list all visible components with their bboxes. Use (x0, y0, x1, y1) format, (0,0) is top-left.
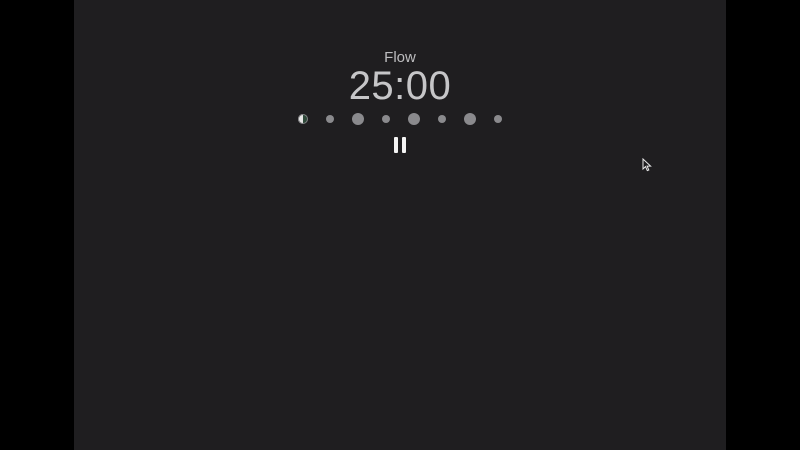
session-dot (352, 113, 364, 125)
timer-window: Flow 25:00 (74, 0, 726, 450)
session-dot (464, 113, 476, 125)
break-dot (494, 115, 502, 123)
timer-block: Flow 25:00 (74, 48, 726, 157)
session-dot (408, 113, 420, 125)
session-dots (289, 112, 511, 126)
break-dot (326, 115, 334, 123)
break-dot (438, 115, 446, 123)
break-dot (382, 115, 390, 123)
pause-icon (392, 137, 408, 153)
time-display: 25:00 (348, 64, 452, 108)
pause-button[interactable] (388, 133, 412, 157)
mouse-cursor-icon (642, 158, 652, 172)
session-dot-current (298, 114, 308, 124)
